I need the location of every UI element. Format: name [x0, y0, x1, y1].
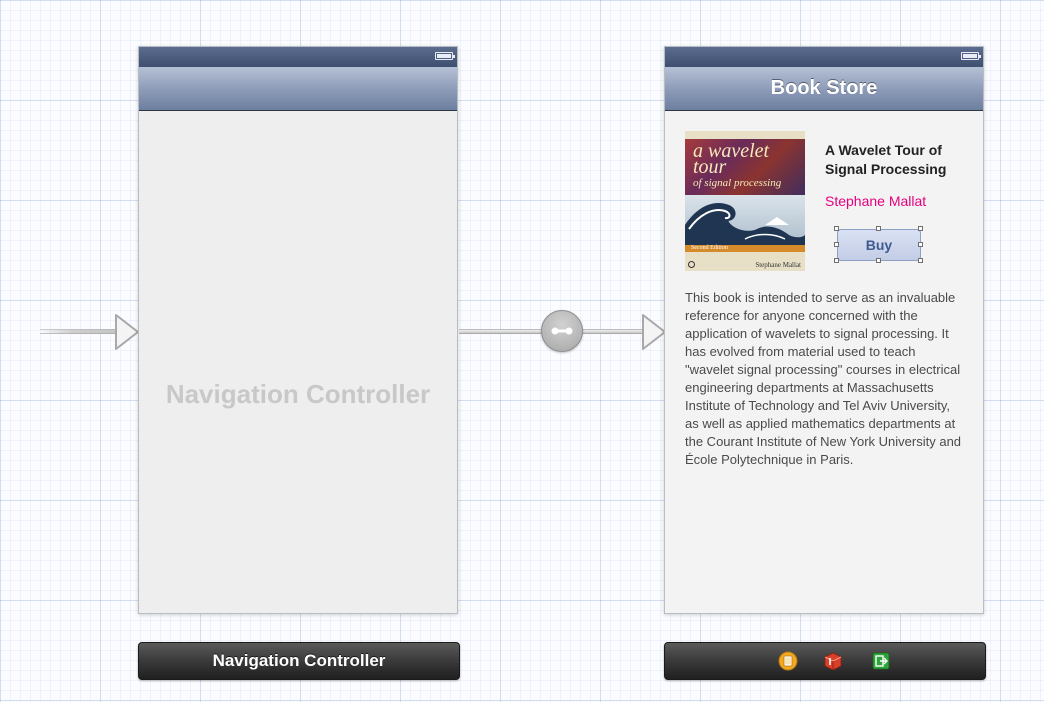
- navigation-bar[interactable]: [139, 67, 457, 111]
- cover-edition-text: Second Edition: [691, 245, 728, 251]
- resize-handle-top[interactable]: [876, 226, 881, 231]
- resize-handle-left[interactable]: [834, 242, 839, 247]
- navigation-controller-scene[interactable]: Navigation Controller: [138, 46, 458, 614]
- buy-button[interactable]: Buy: [837, 229, 921, 261]
- navigation-controller-dock[interactable]: Navigation Controller: [138, 642, 460, 680]
- exit-icon[interactable]: [871, 651, 891, 671]
- cover-wave-artwork: [685, 195, 805, 247]
- navigation-controller-placeholder-label: Navigation Controller: [165, 379, 431, 409]
- view-controller-icon[interactable]: [778, 651, 798, 671]
- cover-title-text: a wavelet tour: [693, 140, 770, 178]
- resize-handle-top-left[interactable]: [834, 226, 839, 231]
- publisher-logo-icon: [688, 261, 695, 268]
- navigation-bar[interactable]: Book Store: [665, 67, 983, 111]
- book-cover-image[interactable]: a wavelet tour of signal processing Seco…: [685, 131, 805, 271]
- cover-subtitle-text: of signal processing: [693, 177, 782, 189]
- dock-label: Navigation Controller: [212, 651, 386, 670]
- segue-relationship-icon[interactable]: [541, 310, 583, 352]
- resize-handle-right[interactable]: [918, 242, 923, 247]
- battery-icon: [961, 52, 981, 60]
- first-responder-icon[interactable]: [823, 651, 843, 671]
- status-bar: [665, 47, 983, 67]
- resize-handle-bottom[interactable]: [876, 258, 881, 263]
- status-bar: [139, 47, 457, 67]
- book-store-dock[interactable]: [664, 642, 986, 680]
- initial-scene-arrow-line: [40, 329, 120, 334]
- resize-handle-top-right[interactable]: [918, 226, 923, 231]
- book-author-label: Stephane Mallat: [825, 193, 927, 209]
- navigation-title: Book Store: [770, 77, 878, 99]
- book-store-scene[interactable]: Book Store a wavelet tour of signal proc…: [664, 46, 984, 614]
- book-description-text: This book is intended to serve as an inv…: [685, 290, 962, 467]
- navigation-controller-body: Navigation Controller: [139, 111, 457, 613]
- initial-scene-arrow-icon[interactable]: [114, 313, 140, 351]
- book-title-label: A Wavelet Tour of Signal Processing: [825, 142, 947, 177]
- resize-handle-bottom-right[interactable]: [918, 258, 923, 263]
- resize-handle-bottom-left[interactable]: [834, 258, 839, 263]
- battery-icon: [435, 52, 455, 60]
- cover-author-text: Stephane Mallat: [755, 261, 801, 269]
